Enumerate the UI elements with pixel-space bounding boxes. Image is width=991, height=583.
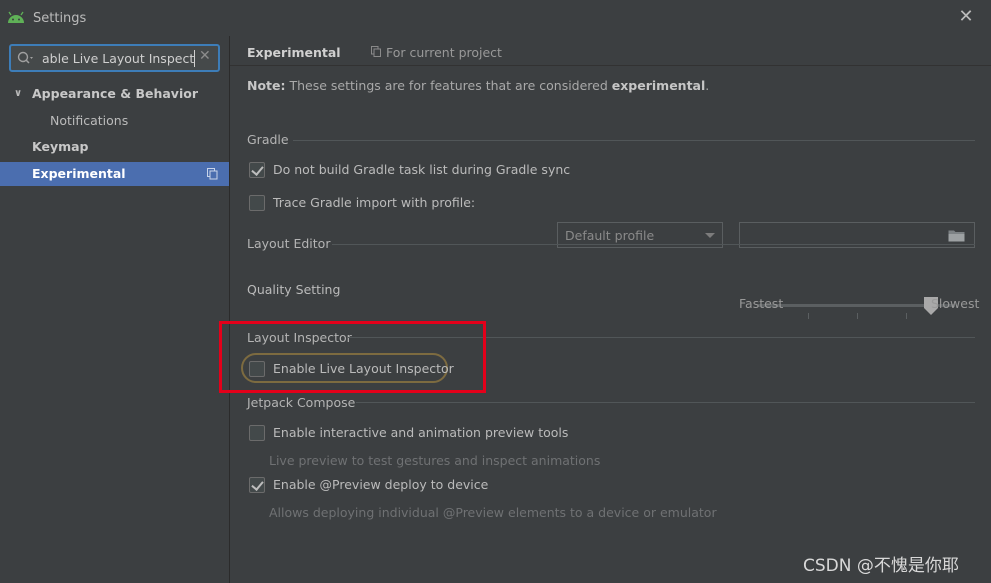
section-layout-editor: Layout Editor <box>247 236 331 251</box>
checkbox-box[interactable] <box>249 477 265 493</box>
window-title: Settings <box>33 11 87 26</box>
panel-header: Experimental For current project <box>230 36 991 66</box>
quality-setting-label: Quality Setting <box>247 282 341 297</box>
checkbox-box[interactable] <box>249 162 265 178</box>
search-input[interactable]: able Live Layout Inspector ✕ <box>9 44 220 72</box>
settings-sidebar: able Live Layout Inspector ✕ ∨ Appearanc… <box>0 36 229 583</box>
section-divider <box>293 140 975 141</box>
sidebar-item-experimental[interactable]: Experimental <box>0 162 229 186</box>
quality-slider[interactable] <box>758 297 958 337</box>
interactive-preview-hint: Live preview to test gestures and inspec… <box>269 453 601 468</box>
folder-icon[interactable] <box>948 229 965 242</box>
chevron-down-icon <box>705 233 715 238</box>
checkbox-label: Enable @Preview deploy to device <box>273 477 489 492</box>
checkbox-box[interactable] <box>249 425 265 441</box>
note-emphasis: experimental <box>611 78 706 93</box>
slider-min-label: Fastest <box>739 296 784 311</box>
settings-main-panel: Experimental For current project Note: T… <box>219 36 991 583</box>
section-jetpack-compose: Jetpack Compose <box>247 395 356 410</box>
do-not-build-gradle-checkbox[interactable]: Do not build Gradle task list during Gra… <box>249 161 579 181</box>
sidebar-item-label: Notifications <box>50 113 129 128</box>
clear-search-icon[interactable]: ✕ <box>199 48 211 64</box>
dropdown-value: Default profile <box>565 228 655 243</box>
checkbox-box[interactable] <box>249 195 265 211</box>
project-scope-icon <box>207 168 218 180</box>
close-icon[interactable]: ✕ <box>958 8 974 26</box>
checkbox-label: Trace Gradle import with profile: <box>273 195 476 210</box>
sidebar-item-keymap[interactable]: Keymap <box>0 135 229 159</box>
section-divider <box>356 402 975 403</box>
note-text: These settings are for features that are… <box>285 78 612 93</box>
csdn-watermark: CSDN @不愧是你耶 <box>803 556 959 576</box>
title-bar: Settings ✕ <box>0 0 991 36</box>
sidebar-item-notifications[interactable]: Notifications <box>0 109 229 133</box>
checkbox-label: Do not build Gradle task list during Gra… <box>273 162 571 177</box>
search-icon <box>17 51 33 64</box>
slider-tick <box>857 313 858 319</box>
slider-tick <box>808 313 809 319</box>
checkbox-label: Enable interactive and animation preview… <box>273 425 569 440</box>
search-value: able Live Layout Inspector <box>42 51 194 66</box>
scope-label: For current project <box>386 45 502 60</box>
sidebar-item-label: Keymap <box>32 139 89 154</box>
experimental-note: Note: These settings are for features th… <box>247 78 709 93</box>
note-prefix: Note: <box>247 78 286 93</box>
slider-max-label: Slowest <box>931 296 980 311</box>
breadcrumb: Experimental <box>247 45 341 60</box>
highlight-annotation-box <box>219 321 486 393</box>
note-suffix: . <box>705 78 710 93</box>
android-icon <box>8 11 24 23</box>
preview-deploy-checkbox[interactable]: Enable @Preview deploy to device <box>249 476 489 496</box>
sidebar-item-label: Experimental <box>32 166 126 181</box>
text-caret <box>194 50 195 67</box>
sidebar-item-appearance-behavior[interactable]: ∨ Appearance & Behavior <box>0 82 229 106</box>
section-gradle: Gradle <box>247 132 289 147</box>
slider-tick <box>906 313 907 319</box>
project-scope-icon <box>371 46 381 57</box>
chevron-down-icon[interactable]: ∨ <box>14 82 22 106</box>
interactive-preview-checkbox[interactable]: Enable interactive and animation preview… <box>249 424 568 444</box>
section-divider <box>332 244 975 245</box>
trace-gradle-import-checkbox[interactable]: Trace Gradle import with profile: <box>249 194 509 214</box>
experimental-settings-content: Note: These settings are for features th… <box>219 67 991 583</box>
sidebar-item-label: Appearance & Behavior <box>32 86 198 101</box>
preview-deploy-hint: Allows deploying individual @Preview ele… <box>269 505 717 520</box>
